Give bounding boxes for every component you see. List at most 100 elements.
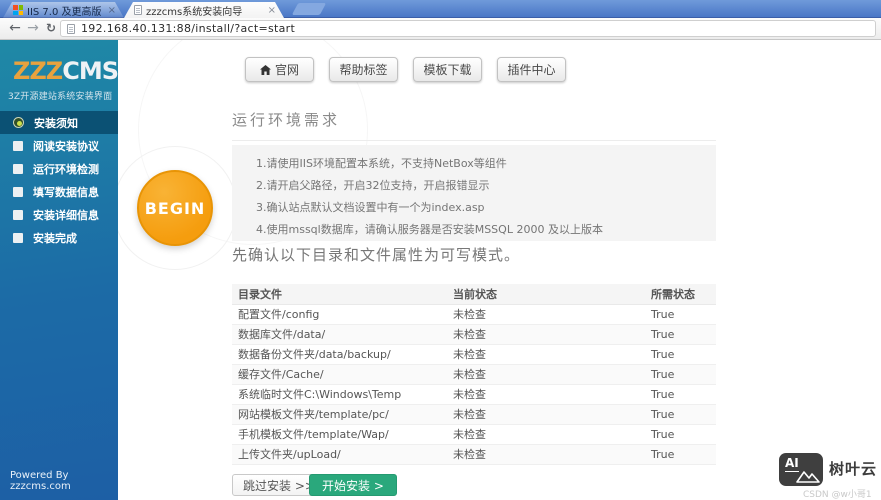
cell-current-status: 未检查 (447, 364, 645, 385)
top-nav: 官网 帮助标签 模板下载 插件中心 (245, 57, 566, 82)
windows-icon (13, 5, 23, 15)
sidebar-item-install-notes[interactable]: 安装须知 (0, 111, 118, 134)
table-row: 配置文件/config 未检查 True (232, 304, 716, 325)
cell-current-status: 未检查 (447, 404, 645, 425)
url-box[interactable]: 192.168.40.131:88/install/?act=start (60, 20, 876, 37)
table-header-row: 目录文件 当前状态 所需状态 (232, 284, 716, 305)
sidebar-item-label: 安装完成 (33, 231, 77, 245)
logo-subtitle: 3Z开源建站系统安装界面 (8, 92, 113, 102)
page-icon (134, 5, 142, 15)
sidebar-item-label: 安装须知 (34, 116, 78, 130)
mountain-icon (796, 471, 820, 483)
cell-required-status: True (645, 384, 716, 405)
template-download-button[interactable]: 模板下载 (413, 57, 482, 82)
writable-check-table: 目录文件 当前状态 所需状态 配置文件/config 未检查 True 数据库文… (232, 284, 716, 465)
cell-required-status: True (645, 344, 716, 365)
section-title-environment: 运行环境需求 (232, 109, 716, 141)
requirement-item: 3.确认站点默认文档设置中有一个为index.asp (256, 201, 485, 214)
powered-by: Powered By zzzcms.com (10, 470, 71, 492)
table-row: 上传文件夹/upLoad/ 未检查 True (232, 444, 716, 465)
address-bar: ← → ↻ 192.168.40.131:88/install/?act=sta… (0, 18, 881, 40)
sidebar-item-label: 安装详细信息 (33, 208, 99, 222)
tab-zzzcms-installer[interactable]: zzzcms系统安装向导 × (124, 2, 284, 18)
zzzcms-logo: ZZZCMS (13, 57, 119, 85)
cell-current-status: 未检查 (447, 304, 645, 325)
logo-cms: CMS (62, 57, 119, 85)
forward-icon[interactable]: → (24, 18, 42, 40)
table-row: 数据备份文件夹/data/backup/ 未检查 True (232, 344, 716, 365)
cell-required-status: True (645, 304, 716, 325)
cell-required-status: True (645, 404, 716, 425)
col-header-directory: 目录文件 (232, 284, 447, 305)
official-site-button[interactable]: 官网 (245, 57, 314, 82)
sidebar-item-db-info[interactable]: 填写数据信息 (0, 180, 118, 203)
home-icon (259, 64, 271, 75)
sidebar: ZZZCMS 3Z开源建站系统安装界面 安装须知 阅读安装协议 运行环境检测 填… (0, 40, 119, 500)
button-label: 官网 (274, 63, 299, 77)
cell-current-status: 未检查 (447, 344, 645, 365)
cell-current-status: 未检查 (447, 324, 645, 345)
cell-directory: 上传文件夹/upLoad/ (232, 444, 447, 465)
cell-directory: 缓存文件/Cache/ (232, 364, 447, 385)
button-label: 插件中心 (507, 63, 556, 77)
tab-iis-help[interactable]: IIS 7.0 及更高版本 × (3, 2, 124, 18)
shuyeyun-logo: AI (779, 453, 823, 486)
cell-current-status: 未检查 (447, 424, 645, 445)
url-text: 192.168.40.131:88/install/?act=start (81, 22, 296, 35)
close-icon[interactable]: × (266, 5, 278, 16)
watermark-credit: CSDN @w小哥1 (803, 490, 872, 500)
requirement-item: 1.请使用IIS环境配置本系统，不支持NetBox等组件 (256, 157, 507, 170)
cell-directory: 数据备份文件夹/data/backup/ (232, 344, 447, 365)
cell-directory: 手机模板文件/template/Wap/ (232, 424, 447, 445)
new-tab-button[interactable] (291, 3, 327, 15)
start-install-button[interactable]: 开始安装 > (309, 474, 397, 496)
tab-title: zzzcms系统安装向导 (146, 6, 243, 18)
begin-button[interactable]: BEGIN (137, 170, 213, 246)
col-header-required-status: 所需状态 (645, 284, 716, 305)
sidebar-item-label: 填写数据信息 (33, 185, 99, 199)
watermark: AI 树叶云 CSDN @w小哥1 (775, 450, 881, 500)
checkbox-icon (13, 140, 23, 151)
cell-directory: 数据库文件/data/ (232, 324, 447, 345)
requirements-box: 1.请使用IIS环境配置本系统，不支持NetBox等组件 2.请开启父路径，开启… (232, 145, 716, 241)
tab-bar: IIS 7.0 及更高版本 × zzzcms系统安装向导 × (0, 0, 881, 18)
help-tags-button[interactable]: 帮助标签 (329, 57, 398, 82)
cell-directory: 网站模板文件夹/template/pc/ (232, 404, 447, 425)
logo-zzz: ZZZ (13, 57, 63, 85)
table-row: 系统临时文件C:\Windows\Temp 未检查 True (232, 384, 716, 405)
radio-selected-icon (13, 117, 24, 128)
sidebar-item-label: 运行环境检测 (33, 162, 99, 176)
button-label: 帮助标签 (339, 63, 388, 77)
cell-directory: 系统临时文件C:\Windows\Temp (232, 384, 447, 405)
cell-required-status: True (645, 324, 716, 345)
table-row: 网站模板文件夹/template/pc/ 未检查 True (232, 404, 716, 425)
watermark-brand: 树叶云 (829, 460, 878, 478)
requirement-item: 2.请开启父路径，开启32位支持，开启报错显示 (256, 179, 490, 192)
section-title-writable: 先确认以下目录和文件属性为可写模式。 (232, 246, 521, 264)
sidebar-item-label: 阅读安装协议 (33, 139, 99, 153)
checkbox-icon (13, 186, 23, 197)
page-icon (67, 23, 75, 34)
close-icon[interactable]: × (106, 5, 118, 16)
checkbox-icon (13, 232, 23, 243)
table-row: 手机模板文件/template/Wap/ 未检查 True (232, 424, 716, 445)
cell-required-status: True (645, 444, 716, 465)
sidebar-item-install-done[interactable]: 安装完成 (0, 226, 118, 249)
sidebar-item-license[interactable]: 阅读安装协议 (0, 134, 118, 157)
checkbox-icon (13, 163, 23, 174)
cell-current-status: 未检查 (447, 444, 645, 465)
reload-icon[interactable]: ↻ (43, 18, 59, 40)
screenshot-root: IIS 7.0 及更高版本 × zzzcms系统安装向导 × ← → ↻ 192… (0, 0, 881, 500)
table-row: 缓存文件/Cache/ 未检查 True (232, 364, 716, 385)
col-header-current-status: 当前状态 (447, 284, 645, 305)
install-steps-menu: 安装须知 阅读安装协议 运行环境检测 填写数据信息 安装详细信息 安装完成 (0, 111, 118, 249)
cell-current-status: 未检查 (447, 384, 645, 405)
sidebar-item-env-check[interactable]: 运行环境检测 (0, 157, 118, 180)
back-icon[interactable]: ← (6, 18, 24, 40)
plugin-center-button[interactable]: 插件中心 (497, 57, 566, 82)
requirement-item: 4.使用mssql数据库，请确认服务器是否安装MSSQL 2000 及以上版本 (256, 223, 603, 236)
button-label: 模板下载 (423, 63, 472, 77)
table-row: 数据库文件/data/ 未检查 True (232, 324, 716, 345)
sidebar-item-install-details[interactable]: 安装详细信息 (0, 203, 118, 226)
checkbox-icon (13, 209, 23, 220)
